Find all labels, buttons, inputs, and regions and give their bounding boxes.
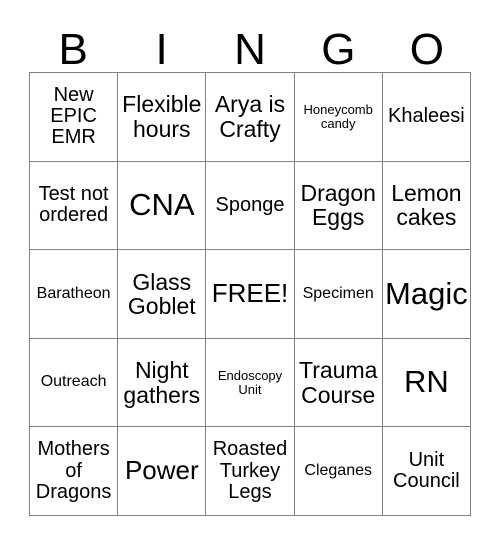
bingo-cell-label: Trauma Course <box>299 357 378 408</box>
bingo-cell-label: Endoscopy Unit <box>217 367 283 397</box>
bingo-cell-o3[interactable]: Magic <box>382 250 471 339</box>
bingo-cell-label: Flexible hours <box>122 91 202 142</box>
bingo-cell-label: Arya is Crafty <box>214 91 286 142</box>
bingo-cell-i3[interactable]: Glass Goblet <box>118 250 207 339</box>
bingo-cell-label: CNA <box>129 186 195 222</box>
bingo-cell-b1[interactable]: New EPIC EMR <box>30 73 119 162</box>
bingo-cell-label: Roasted Turkey Legs <box>212 438 288 503</box>
bingo-cell-label: Unit Council <box>393 449 460 493</box>
bingo-cell-label: Lemon cakes <box>391 180 462 231</box>
bingo-header-letter-b: B <box>29 18 117 72</box>
bingo-cell-g5[interactable]: Cleganes <box>294 427 383 516</box>
bingo-cell-label: Night gathers <box>123 357 201 408</box>
bingo-cell-n4[interactable]: Endoscopy Unit <box>206 338 295 428</box>
bingo-cell-label: RN <box>404 364 449 400</box>
bingo-cell-label: Test not ordered <box>38 183 109 227</box>
header-letter-text: G <box>321 25 356 74</box>
bingo-cell-i1[interactable]: Flexible hours <box>118 73 207 162</box>
bingo-cell-label: Power <box>124 455 199 486</box>
bingo-cell-g4[interactable]: Trauma Course <box>294 338 383 428</box>
bingo-cell-g2[interactable]: Dragon Eggs <box>294 161 383 251</box>
bingo-cell-b3[interactable]: Baratheon <box>30 250 119 339</box>
bingo-cell-n2[interactable]: Sponge <box>206 161 295 251</box>
bingo-cell-i2[interactable]: CNA <box>118 161 207 251</box>
header-letter-text: I <box>155 25 168 74</box>
bingo-cell-free-space[interactable]: FREE! <box>206 250 295 339</box>
bingo-cell-label: Dragon Eggs <box>300 180 376 231</box>
bingo-card: B I N G O New EPIC EMR Flexible hours Ar… <box>0 0 500 544</box>
bingo-free-space-label: FREE! <box>211 278 289 309</box>
bingo-cell-label: Khaleesi <box>388 105 465 128</box>
bingo-cell-label: Sponge <box>215 193 285 216</box>
bingo-cell-b2[interactable]: Test not ordered <box>30 161 119 251</box>
header-letter-text: O <box>409 25 444 74</box>
bingo-cell-i4[interactable]: Night gathers <box>118 338 207 428</box>
bingo-header-letter-i: I <box>117 18 205 72</box>
bingo-cell-b5[interactable]: Mothers of Dragons <box>30 427 119 516</box>
bingo-cell-label: New EPIC EMR <box>50 84 97 149</box>
bingo-cell-label: Honeycomb candy <box>303 102 373 131</box>
bingo-cell-label: Mothers of Dragons <box>35 438 112 503</box>
bingo-cell-g3[interactable]: Specimen <box>294 250 383 339</box>
bingo-cell-label: Baratheon <box>36 284 111 302</box>
bingo-cell-label: Magic <box>385 275 468 311</box>
bingo-cell-label: Specimen <box>302 284 374 302</box>
bingo-cell-o2[interactable]: Lemon cakes <box>382 161 471 251</box>
bingo-cell-b4[interactable]: Outreach <box>30 338 119 428</box>
bingo-cell-label: Outreach <box>40 373 107 391</box>
bingo-cell-label: Glass Goblet <box>127 268 196 319</box>
bingo-cell-n5[interactable]: Roasted Turkey Legs <box>206 427 295 516</box>
header-letter-text: N <box>234 25 266 74</box>
bingo-header-letter-o: O <box>383 18 471 72</box>
bingo-grid: New EPIC EMR Flexible hours Arya is Craf… <box>29 72 471 516</box>
bingo-cell-o1[interactable]: Khaleesi <box>382 73 471 162</box>
bingo-cell-o5[interactable]: Unit Council <box>382 427 471 516</box>
bingo-cell-n1[interactable]: Arya is Crafty <box>206 73 295 162</box>
bingo-cell-g1[interactable]: Honeycomb candy <box>294 73 383 162</box>
bingo-header-letter-n: N <box>206 18 294 72</box>
bingo-header-letter-g: G <box>294 18 382 72</box>
header-letter-text: B <box>58 25 88 74</box>
bingo-cell-i5[interactable]: Power <box>118 427 207 516</box>
bingo-cell-label: Cleganes <box>304 461 372 479</box>
bingo-cell-o4[interactable]: RN <box>382 338 471 428</box>
bingo-header-row: B I N G O <box>29 18 471 72</box>
